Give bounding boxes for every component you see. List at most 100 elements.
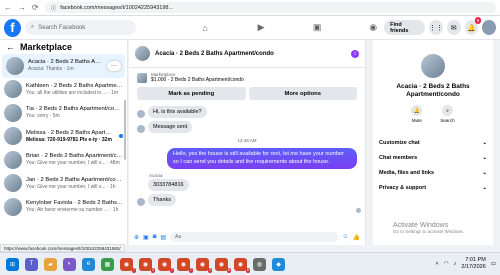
clock[interactable]: 7:01 PM 2/17/2026 <box>461 257 485 271</box>
contact-avatar[interactable] <box>421 54 445 78</box>
listing-thumbnail <box>4 80 22 99</box>
chat-avatar[interactable] <box>135 46 150 61</box>
volume-icon[interactable]: ♪ <box>454 261 457 267</box>
plus-icon[interactable]: ⊕ <box>134 234 139 241</box>
taskbar-badge: 6 <box>245 267 250 273</box>
like-icon[interactable]: 👍 <box>353 234 360 241</box>
conversation-item[interactable]: Kathleen · 2 Beds 2 Baths Apartment/... Y… <box>0 78 127 102</box>
conversation-preview: Acacia: Thanks · 1m <box>28 66 74 73</box>
emoji-icon[interactable]: ☺ <box>342 234 348 240</box>
site-info-icon[interactable]: ⓘ <box>51 4 57 12</box>
notification-icon[interactable]: ▭ <box>491 261 496 267</box>
more-options-button[interactable]: More options <box>248 87 357 100</box>
customize-chat-section[interactable]: Customize chat ⌄ <box>373 135 493 150</box>
panel-title: Marketplace <box>20 42 73 52</box>
taskbar-badge: 7 <box>169 267 174 273</box>
back-arrow-icon[interactable]: ← <box>6 42 15 52</box>
conversation-item[interactable]: Jan · 2 Beds 2 Baths Apartment/condo You:… <box>0 172 127 196</box>
address-bar[interactable]: ⓘ facebook.com/messages/t/10024225943198… <box>44 2 496 13</box>
store-icon[interactable]: ▦ <box>101 257 114 271</box>
message-input[interactable]: Aa <box>170 232 339 242</box>
gaming-icon[interactable]: ◉ <box>362 19 384 37</box>
wifi-icon[interactable]: ◠ <box>444 261 449 267</box>
chat-members-section[interactable]: Chat members ⌄ <box>373 150 493 165</box>
taskbar-badge: 2 <box>207 267 212 273</box>
gif-icon[interactable]: ▤ <box>160 234 166 241</box>
chat-app-icon[interactable]: ◐ <box>63 257 76 271</box>
taskbar-badge: 7 <box>131 267 136 273</box>
listing-thumbnail <box>4 127 22 146</box>
search-input[interactable]: ⌕ Search Facebook <box>24 20 137 35</box>
teams-icon[interactable]: T <box>25 257 38 271</box>
forward-arrow-icon[interactable]: → <box>18 3 26 12</box>
windows-start-icon[interactable]: ⊞ <box>6 257 19 271</box>
listing-thumbnail[interactable] <box>137 72 147 83</box>
chevron-down-icon: ⌄ <box>482 154 487 161</box>
chrome-icon[interactable]: ◉ 7 <box>120 257 136 273</box>
conversation-item[interactable]: Acacia · 2 Beds 2 Baths Apartment/condoA… <box>2 54 125 78</box>
app-icon[interactable]: ◍ <box>253 257 266 271</box>
find-friends-button[interactable]: Find friends <box>384 20 425 35</box>
chevron-down-icon: ⌄ <box>482 184 487 191</box>
message-bubble: Message sent <box>148 121 193 133</box>
app-icon[interactable]: ◆ <box>272 257 285 271</box>
mark-pending-button[interactable]: Mark as pending <box>137 87 246 100</box>
conversation-preview: You: Give me your number, I will s... · … <box>26 183 116 190</box>
back-arrow-icon[interactable]: ← <box>4 3 12 12</box>
reload-icon[interactable]: ⟳ <box>32 3 39 12</box>
chrome-icon[interactable]: ◉ 6 <box>215 257 231 273</box>
mute-button[interactable]: 🔔 Mute <box>411 105 423 123</box>
conversation-item[interactable]: Tia · 2 Beds 2 Baths Apartment/condo You:… <box>0 101 127 125</box>
message-composer: ⊕ ▣ ◙ ▤ Aa ☺ 👍 <box>129 229 365 245</box>
profile-avatar[interactable] <box>482 20 496 35</box>
menu-grid-icon[interactable]: ⋮⋮ <box>428 20 443 35</box>
chrome-icon[interactable]: ◉ 2 <box>139 257 155 273</box>
url-text: facebook.com/messages/t/10024225943198..… <box>60 4 174 11</box>
info-icon[interactable]: i <box>351 49 359 58</box>
marketplace-conversations-panel: ← Marketplace Acacia · 2 Beds 2 Baths Ap… <box>0 40 128 245</box>
main-nav: ⌂ ▶ ▣ ◉ <box>194 19 384 37</box>
media-files-section[interactable]: Media, files and links ⌄ <box>373 165 493 180</box>
notifications-icon[interactable]: 🔔 9 <box>464 17 482 35</box>
conversation-preview: Melissa: 720-919-9781 Pls e-ty · 32m <box>26 136 112 143</box>
file-explorer-icon[interactable]: ▰ <box>44 257 57 271</box>
chat-title[interactable]: Acacia · 2 Beds 2 Baths Apartment/condo <box>155 51 346 57</box>
section-label: Media, files and links <box>379 169 435 176</box>
conversation-preview: You: Atr favor envierme su number ... · … <box>26 207 119 214</box>
watermark-subtitle: Go to Settings to activate Windows. <box>393 229 465 234</box>
marketplace-icon[interactable]: ▣ <box>306 19 328 37</box>
conversation-item[interactable]: Brian · 2 Beds 2 Baths Apartment/condo Yo… <box>0 148 127 172</box>
image-icon[interactable]: ▣ <box>143 234 149 241</box>
facebook-logo[interactable]: f <box>4 18 21 37</box>
chat-panel: Acacia · 2 Beds 2 Baths Apartment/condo … <box>129 40 366 245</box>
listing-thumbnail <box>4 150 22 169</box>
scrollbar[interactable] <box>124 100 126 160</box>
chrome-icon[interactable]: ◉ 7 <box>158 257 174 273</box>
unread-dot <box>119 134 123 139</box>
chevron-up-icon[interactable]: ˄ <box>436 261 439 267</box>
privacy-support-section[interactable]: Privacy & support ⌄ <box>373 180 493 195</box>
sender-name: Acacia <box>149 173 163 178</box>
listing-thumbnail <box>4 103 22 122</box>
sender-avatar <box>137 110 145 118</box>
listing-thumbnail <box>4 197 22 216</box>
conversation-name: Melissa · 2 Beds 2 Baths Apartment/... <box>26 129 115 136</box>
messenger-icon[interactable]: ✉ <box>446 20 461 35</box>
chrome-icon[interactable]: ◉ 6 <box>234 257 250 273</box>
chrome-icon[interactable]: ◉ 2 <box>196 257 212 273</box>
home-icon[interactable]: ⌂ <box>194 19 216 37</box>
conversation-item[interactable]: Melissa · 2 Beds 2 Baths Apartment/... Me… <box>0 125 127 149</box>
search-in-chat-button[interactable]: ⌕ Search <box>440 105 455 123</box>
chrome-icon[interactable]: ◉ 7 <box>177 257 193 273</box>
conversation-item[interactable]: Kenylnber Faviola · 2 Beds 2 Baths Apar.… <box>0 195 127 219</box>
taskbar-badge: 2 <box>150 267 155 273</box>
more-options-icon[interactable]: ··· <box>107 60 121 71</box>
section-label: Chat members <box>379 154 418 161</box>
video-icon[interactable]: ▶ <box>250 19 272 37</box>
conversation-name: Tia · 2 Beds 2 Baths Apartment/condo <box>26 106 123 113</box>
edge-icon[interactable]: e <box>82 257 95 271</box>
sticker-icon[interactable]: ◙ <box>153 234 157 240</box>
browser-toolbar: ← → ⟳ ⓘ facebook.com/messages/t/10024225… <box>0 0 500 16</box>
listing-price[interactable]: $1,000 · 2 Beds 2 Baths Apartment/condo <box>151 77 244 83</box>
conversation-text: Melissa · 2 Beds 2 Baths Apartment/... Me… <box>26 130 115 143</box>
